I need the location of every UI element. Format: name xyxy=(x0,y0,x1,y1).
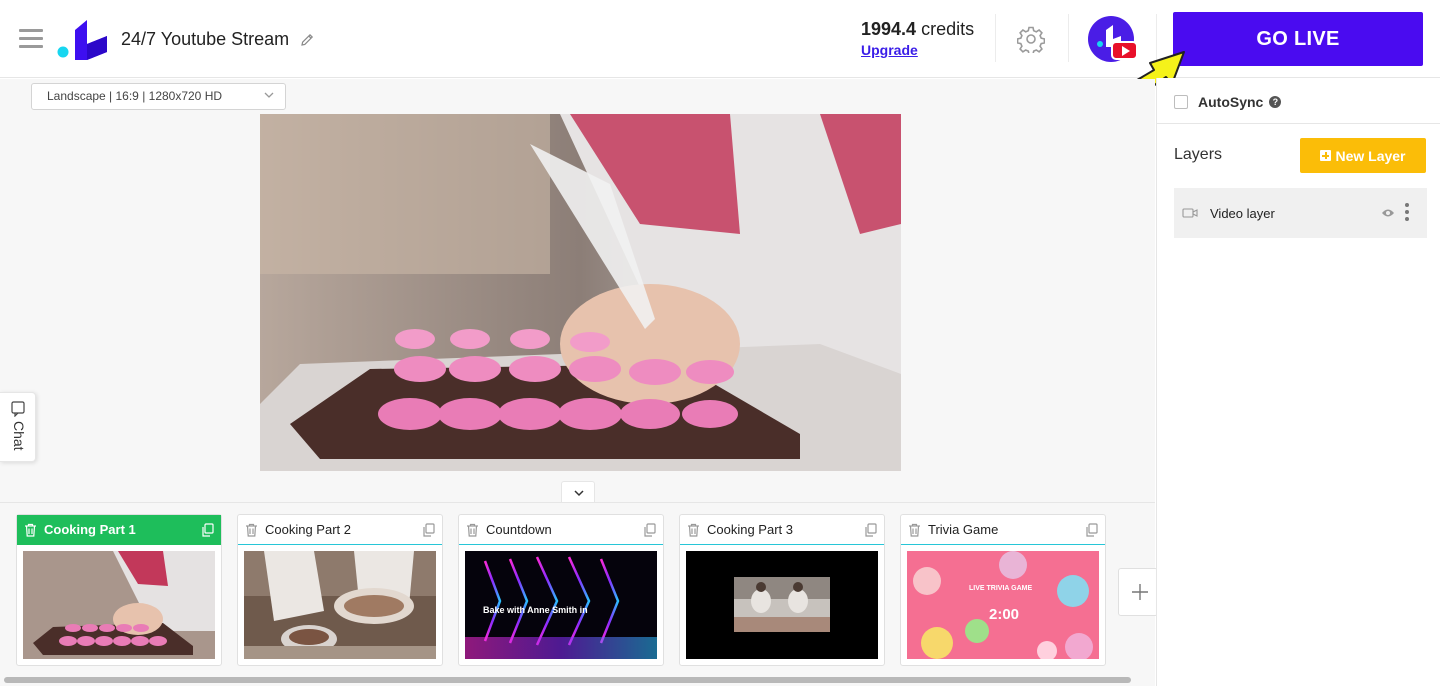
copy-icon[interactable] xyxy=(1085,523,1098,537)
credits-line: 1994.4 credits xyxy=(861,19,974,40)
stage-preview[interactable] xyxy=(260,114,901,471)
scene-card[interactable]: Countdown Bake with Anne Smith in xyxy=(458,514,664,666)
app-root: 24/7 Youtube Stream 1994.4 credits Upgra… xyxy=(0,0,1440,686)
layer-label: Video layer xyxy=(1210,205,1275,221)
credits-value: 1994.4 xyxy=(861,19,917,39)
autosync-label: AutoSync xyxy=(1198,94,1264,110)
eye-icon[interactable] xyxy=(1381,208,1395,218)
scene-thumbnail: Bake with Anne Smith in xyxy=(465,551,657,659)
kebab-icon[interactable] xyxy=(1405,203,1409,223)
stage-image xyxy=(260,114,901,471)
scene-header: Countdown xyxy=(459,515,663,545)
help-icon[interactable]: ? xyxy=(1269,96,1282,108)
new-layer-button[interactable]: New Layer xyxy=(1300,138,1426,173)
chat-label: Chat xyxy=(11,421,27,451)
chevron-down-icon xyxy=(574,490,584,497)
header-divider xyxy=(995,14,996,62)
chevron-down-icon xyxy=(264,92,274,98)
upgrade-link[interactable]: Upgrade xyxy=(861,42,974,58)
plus-icon xyxy=(1132,584,1148,600)
trash-icon[interactable] xyxy=(466,523,479,537)
top-header: 24/7 Youtube Stream 1994.4 credits Upgra… xyxy=(0,0,1440,109)
pencil-icon[interactable] xyxy=(299,32,315,48)
copy-icon[interactable] xyxy=(422,523,435,537)
trash-icon[interactable] xyxy=(24,523,37,537)
right-panel: AutoSync ? Layers New Layer Video layer xyxy=(1156,78,1440,686)
layer-item[interactable]: Video layer xyxy=(1174,188,1427,238)
autosync-checkbox[interactable] xyxy=(1174,95,1188,109)
chat-icon xyxy=(11,401,25,417)
add-scene-button[interactable] xyxy=(1118,568,1158,616)
autosync-row: AutoSync ? xyxy=(1174,94,1282,110)
hamburger-icon[interactable] xyxy=(19,29,43,49)
scene-thumbnail xyxy=(23,551,215,659)
thumb-caption: Bake with Anne Smith in xyxy=(483,605,588,615)
panel-divider xyxy=(1157,123,1440,124)
page-title: 24/7 Youtube Stream xyxy=(121,29,290,49)
scene-thumbnail xyxy=(244,551,436,659)
camera-icon xyxy=(1182,208,1198,218)
scene-header: Cooking Part 2 xyxy=(238,515,442,545)
logo-icon xyxy=(57,20,107,60)
credits-block: 1994.4 credits Upgrade xyxy=(861,19,974,58)
copy-icon[interactable] xyxy=(864,523,877,537)
scene-name: Cooking Part 3 xyxy=(707,522,793,537)
thumb-timer: 2:00 xyxy=(989,606,1020,623)
scene-name: Cooking Part 2 xyxy=(265,522,351,537)
gear-icon[interactable] xyxy=(1017,25,1045,53)
scene-card[interactable]: Cooking Part 3 xyxy=(679,514,885,666)
header-divider xyxy=(1068,14,1069,62)
scene-header: Cooking Part 1 xyxy=(17,515,221,545)
title-wrap: 24/7 Youtube Stream xyxy=(121,29,315,50)
collapse-scenes-button[interactable] xyxy=(561,481,595,503)
copy-icon[interactable] xyxy=(201,523,214,537)
layers-title: Layers xyxy=(1174,146,1223,163)
scene-thumbnail: LIVE TRIVIA GAME 2:00 xyxy=(907,551,1099,659)
canvas-area: Landscape | 16:9 | 1280x720 HD xyxy=(0,79,1155,502)
scene-header: Cooking Part 3 xyxy=(680,515,884,545)
trash-icon[interactable] xyxy=(908,523,921,537)
scene-name: Cooking Part 1 xyxy=(44,522,136,537)
copy-icon[interactable] xyxy=(643,523,656,537)
credits-unit: credits xyxy=(921,19,975,39)
scene-name: Trivia Game xyxy=(928,522,999,537)
scene-strip: Cooking Part 1 Cooking Part 2 Countdown … xyxy=(0,502,1158,686)
scene-header: Trivia Game xyxy=(901,515,1105,545)
resolution-select[interactable]: Landscape | 16:9 | 1280x720 HD xyxy=(31,83,286,110)
thumb-title: LIVE TRIVIA GAME xyxy=(969,585,1033,592)
plus-icon xyxy=(1320,150,1332,161)
scene-card[interactable]: Trivia Game LIVE TRIVIA GAME 2:00 xyxy=(900,514,1106,666)
scene-thumbnail xyxy=(686,551,878,659)
scene-name: Countdown xyxy=(486,522,552,537)
trash-icon[interactable] xyxy=(245,523,258,537)
trash-icon[interactable] xyxy=(687,523,700,537)
scene-scrollbar[interactable] xyxy=(4,677,1131,683)
new-layer-label: New Layer xyxy=(1335,147,1406,164)
go-live-button[interactable]: GO LIVE xyxy=(1173,12,1423,66)
resolution-value: Landscape | 16:9 | 1280x720 HD xyxy=(47,89,223,103)
scene-card[interactable]: Cooking Part 1 xyxy=(16,514,222,666)
chat-tab[interactable]: Chat xyxy=(0,392,36,462)
scene-card[interactable]: Cooking Part 2 xyxy=(237,514,443,666)
